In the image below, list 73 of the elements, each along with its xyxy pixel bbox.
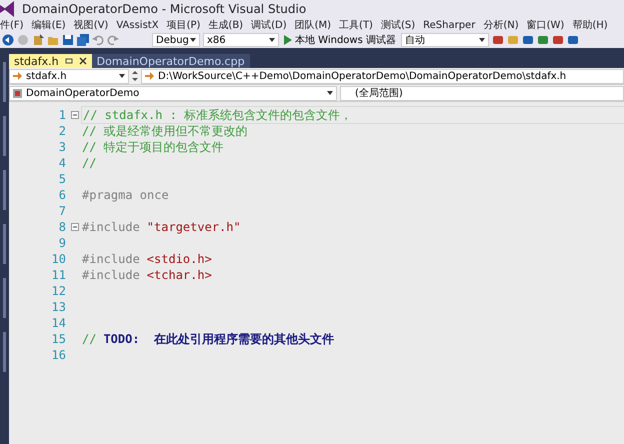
- configuration-dropdown[interactable]: Debug: [152, 33, 200, 47]
- menu-item[interactable]: 编辑(E): [28, 18, 70, 32]
- run-mode-dropdown[interactable]: 自动: [401, 33, 489, 47]
- back-icon[interactable]: [2, 34, 14, 46]
- path-bar: D:\WorkSource\C++Demo\DomainOperatorDemo\DomainOperatorDemo\stdafx.h: [141, 68, 624, 84]
- menu-item[interactable]: 调试(D): [247, 18, 291, 32]
- run-button[interactable]: 本地 Windows 调试器: [282, 33, 398, 47]
- save-icon[interactable]: [62, 34, 74, 46]
- line-number: 10: [52, 251, 66, 267]
- line-number: 8: [58, 219, 66, 235]
- new-project-icon[interactable]: [32, 34, 44, 46]
- code-text: // 特定于项目的包含文件: [82, 139, 224, 155]
- code-text: <tchar.h>: [146, 267, 212, 283]
- menu-item[interactable]: 件(F): [0, 18, 28, 32]
- line-number: 5: [58, 171, 66, 187]
- file-tab[interactable]: DomainOperatorDemo.cpp: [92, 54, 250, 68]
- code-text: <stdio.h>: [146, 251, 212, 267]
- code-text: "targetver.h": [146, 219, 241, 235]
- code-text: TODO: 在此处引用程序需要的其他头文件: [103, 331, 334, 347]
- line-number: 3: [58, 139, 66, 155]
- project-dropdown[interactable]: DomainOperatorDemo: [9, 86, 337, 100]
- line-number: 6: [58, 187, 66, 203]
- code-text: #include: [82, 267, 140, 283]
- scope-dropdown[interactable]: (全局范围): [340, 86, 624, 100]
- menu-item[interactable]: 视图(V): [70, 18, 112, 32]
- file-tab[interactable]: stdafx.h: [9, 54, 92, 68]
- line-number: 15: [52, 331, 66, 347]
- menu-item[interactable]: 窗口(W): [522, 18, 568, 32]
- line-number: 13: [52, 299, 66, 315]
- code-text: #include: [82, 219, 140, 235]
- line-number: 16: [52, 347, 66, 363]
- file-dropdown[interactable]: stdafx.h: [9, 68, 129, 84]
- menu-item[interactable]: ReSharper: [419, 20, 480, 30]
- menu-item[interactable]: 测试(S): [376, 18, 420, 32]
- code-text: #pragma once: [82, 187, 169, 203]
- menu-item[interactable]: 项目(P): [162, 18, 204, 32]
- visual-studio-logo-icon: [0, 1, 14, 17]
- menu-item[interactable]: 工具(T): [335, 18, 377, 32]
- close-icon[interactable]: [78, 57, 87, 65]
- dropdown-arrow-icon: [327, 91, 333, 95]
- line-number: 12: [52, 283, 66, 299]
- window-title: DomainOperatorDemo - Microsoft Visual Studio: [22, 2, 306, 16]
- arrow-icon: [13, 72, 22, 80]
- split-icon[interactable]: [132, 70, 138, 82]
- arrow-icon: [145, 72, 154, 80]
- project-icon: [13, 88, 22, 98]
- menu-item[interactable]: 分析(N): [479, 18, 523, 32]
- code-text: // stdafx.h : 标准系统包含文件的包含文件，: [83, 107, 352, 123]
- code-text: // 或是经常使用但不常更改的: [82, 123, 248, 139]
- menu-item[interactable]: 团队(M): [290, 18, 336, 32]
- play-icon: [284, 35, 292, 45]
- line-number: 14: [52, 315, 66, 331]
- line-number: 1: [58, 107, 66, 123]
- menu-item[interactable]: VAssistX: [112, 20, 163, 30]
- code-text: //: [82, 155, 96, 171]
- line-number: 2: [58, 123, 66, 139]
- dropdown-arrow-icon: [479, 38, 485, 42]
- menu-item[interactable]: 帮助(H): [568, 18, 612, 32]
- line-number: 11: [52, 267, 66, 283]
- line-number: 9: [58, 235, 66, 251]
- dropdown-arrow-icon: [119, 74, 125, 78]
- code-text: //: [82, 331, 96, 347]
- dropdown-arrow-icon: [190, 38, 196, 42]
- code-text: #include: [82, 251, 140, 267]
- line-number: 7: [58, 203, 66, 219]
- collapse-icon[interactable]: [71, 223, 79, 231]
- collapse-icon[interactable]: [71, 111, 79, 119]
- menu-item[interactable]: 生成(B): [204, 18, 248, 32]
- save-all-icon[interactable]: [77, 34, 89, 46]
- pin-icon[interactable]: [64, 57, 73, 65]
- platform-dropdown[interactable]: x86: [203, 33, 279, 47]
- line-number: 4: [58, 155, 66, 171]
- dropdown-arrow-icon: [269, 38, 275, 42]
